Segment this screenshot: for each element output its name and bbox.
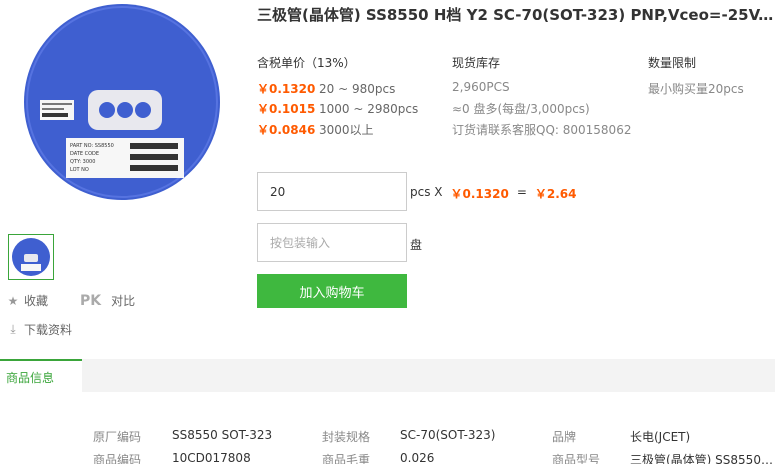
thumbnail-image bbox=[12, 238, 50, 276]
info-label: 商品编码 bbox=[93, 453, 142, 464]
quantity-input[interactable] bbox=[257, 172, 407, 211]
stock-header: 现货库存 bbox=[452, 56, 501, 70]
info-label: 品牌 bbox=[552, 430, 577, 444]
price-tier: ￥0.1320 20 ~ 980pcs bbox=[257, 80, 395, 97]
price-tier: ￥0.1015 1000 ~ 2980pcs bbox=[257, 100, 418, 117]
info-value: 三极管(晶体管) SS8550 H档 Y2 SC-70(SOT-323) bbox=[630, 453, 775, 464]
svg-text:LOT NO: LOT NO bbox=[70, 167, 89, 173]
tier-range: 1000 ~ 2980pcs bbox=[319, 101, 419, 116]
star-icon: ★ bbox=[7, 293, 19, 308]
price-calculation: pcs X ￥0.1320 = ￥2.64 bbox=[410, 185, 577, 202]
download-label: 下载资料 bbox=[24, 323, 73, 337]
download-link[interactable]: ⤓ 下载资料 bbox=[6, 321, 72, 338]
price-tier: ￥0.0846 3000以上 bbox=[257, 121, 374, 138]
download-icon: ⤓ bbox=[10, 322, 16, 336]
package-unit: 盘 bbox=[410, 238, 423, 252]
info-label: 封装规格 bbox=[322, 430, 371, 444]
favorite-link[interactable]: ★ 收藏 PK 对比 bbox=[6, 292, 136, 309]
favorite-label: 收藏 bbox=[24, 294, 49, 308]
price-header: 含税单价（13%） bbox=[257, 56, 356, 70]
calc-total: ￥2.64 bbox=[534, 187, 577, 201]
stock-reels: ≈0 盘多(每盘/3,000pcs) bbox=[452, 102, 590, 116]
info-value: 0.026 bbox=[400, 451, 435, 464]
add-to-cart-button[interactable]: 加入购物车 bbox=[257, 274, 407, 308]
calc-unit-price: ￥0.1320 bbox=[450, 187, 509, 201]
svg-text:PART NO: SS8550: PART NO: SS8550 bbox=[70, 143, 114, 149]
info-value: 10CD017808 bbox=[172, 451, 251, 464]
tier-range: 3000以上 bbox=[319, 123, 374, 137]
stock-qty: 2,960PCS bbox=[452, 80, 510, 94]
info-value: 长电(JCET) bbox=[630, 430, 691, 444]
product-thumbnail[interactable] bbox=[8, 234, 54, 280]
svg-text:QTY: 3000: QTY: 3000 bbox=[70, 159, 95, 165]
product-image: PART NO: SS8550 DATE CODE QTY: 3000 LOT … bbox=[24, 4, 220, 200]
tier-price: ￥0.1015 bbox=[257, 102, 316, 116]
svg-text:DATE CODE: DATE CODE bbox=[70, 151, 99, 157]
info-label: 商品毛重 bbox=[322, 453, 371, 464]
calc-equals: = bbox=[516, 185, 527, 199]
info-value: SC-70(SOT-323) bbox=[400, 428, 496, 442]
tier-price: ￥0.0846 bbox=[257, 123, 316, 137]
tab-bar: 商品信息 bbox=[0, 359, 775, 392]
info-label: 原厂编码 bbox=[93, 430, 142, 444]
info-label: 商品型号 bbox=[552, 453, 601, 464]
unit-pcs: pcs X bbox=[410, 185, 443, 199]
product-title: 三极管(晶体管) SS8550 H档 Y2 SC-70(SOT-323) PNP… bbox=[257, 6, 775, 24]
tier-price: ￥0.1320 bbox=[257, 82, 316, 96]
info-value: SS8550 SOT-323 bbox=[172, 428, 273, 442]
pk-badge[interactable]: PK bbox=[80, 293, 101, 309]
stock-contact: 订货请联系客服QQ: 800158062 bbox=[452, 123, 632, 137]
package-input[interactable] bbox=[257, 223, 407, 262]
tier-range: 20 ~ 980pcs bbox=[319, 81, 396, 96]
tab-product-info[interactable]: 商品信息 bbox=[0, 359, 82, 392]
limit-header: 数量限制 bbox=[648, 56, 697, 70]
compare-label[interactable]: 对比 bbox=[111, 292, 135, 309]
min-order: 最小购买量20pcs bbox=[648, 82, 744, 96]
